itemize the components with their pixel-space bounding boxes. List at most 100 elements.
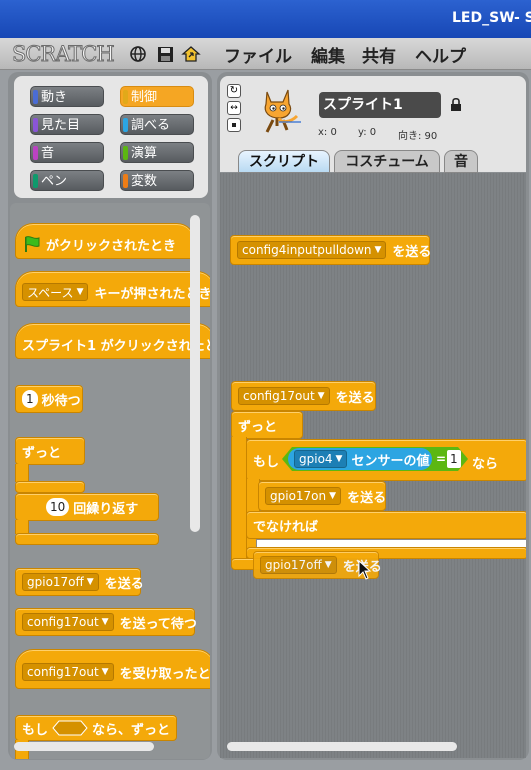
flip-lr-icon[interactable]: ↔ <box>227 101 241 115</box>
window-title: LED_SW- Sc <box>452 10 531 26</box>
key-value: スペース <box>27 285 74 300</box>
block-label: ずっと <box>238 419 278 435</box>
block-broadcast[interactable]: gpio17off ▼ を送る <box>15 568 144 596</box>
dropdown-arrow-icon: ▼ <box>335 454 343 464</box>
script-broadcast-gpio17on[interactable]: gpio17on ▼ を送る <box>258 481 386 511</box>
compare-value-input[interactable]: 1 <box>447 450 461 468</box>
block-label: がクリックされたとき <box>46 238 177 254</box>
category-operators[interactable]: 演算 <box>120 142 194 163</box>
category-color-bar <box>123 174 128 188</box>
forever-arm <box>15 464 29 482</box>
message-dropdown[interactable]: gpio17off ▼ <box>22 573 99 591</box>
dropdown-arrow-icon: ▼ <box>374 245 382 255</box>
rotate-all-icon[interactable]: ↻ <box>227 84 241 98</box>
forever-bottom <box>15 481 85 493</box>
menu-file[interactable]: ファイル <box>224 42 292 67</box>
no-rotate-icon[interactable] <box>227 118 241 132</box>
scratch-logo: SCRATCH <box>12 42 116 67</box>
dropdown-arrow-icon: ▼ <box>317 391 325 401</box>
tab-costumes[interactable]: コスチューム <box>334 150 440 173</box>
category-label: 変数 <box>131 174 158 189</box>
share-icon[interactable] <box>180 42 202 66</box>
category-sensing[interactable]: 調べる <box>120 114 194 135</box>
dropdown-arrow-icon: ▼ <box>329 491 337 501</box>
scripts-horizontal-scrollbar[interactable] <box>227 742 457 751</box>
category-label: 音 <box>41 146 55 161</box>
script-forever[interactable]: ずっと <box>231 411 303 439</box>
sprite-y-readout: y: 0 <box>358 127 377 138</box>
category-control[interactable]: 制御 <box>120 86 194 107</box>
message-dropdown[interactable]: config17out ▼ <box>22 613 114 631</box>
message-dropdown[interactable]: config17out ▼ <box>22 663 114 681</box>
cat-sprite-icon <box>264 89 301 133</box>
dropdown-arrow-icon: ▼ <box>76 287 84 297</box>
palette-vertical-scrollbar[interactable] <box>190 215 200 532</box>
menu-help[interactable]: ヘルプ <box>415 42 466 67</box>
wait-seconds-input[interactable]: 1 <box>22 390 38 408</box>
block-label: でなければ <box>253 519 319 535</box>
tab-scripts[interactable]: スクリプト <box>238 150 330 173</box>
block-label: なら、ずっと <box>91 722 170 738</box>
block-when-sprite-clicked[interactable]: スプライト1 がクリックされたとき <box>15 323 210 359</box>
block-when-i-receive[interactable]: config17out▼ を受け取ったとき <box>15 649 210 689</box>
message-dropdown[interactable]: gpio17off ▼ <box>260 556 337 574</box>
reporter-label: センサーの値 <box>351 453 430 469</box>
else-section: でなければ <box>246 511 526 539</box>
save-icon[interactable] <box>155 42 175 66</box>
boolean-slot[interactable] <box>52 720 88 736</box>
message-value: config17out <box>27 665 99 679</box>
block-label: なら <box>472 457 499 472</box>
block-label: スプライト1 がクリックされたとき <box>22 338 210 354</box>
script-broadcast-config4[interactable]: config4inputpulldown ▼ を送る <box>230 235 431 265</box>
category-variables[interactable]: 変数 <box>120 170 194 191</box>
block-wait[interactable]: 1 秒待つ <box>15 385 83 413</box>
menu-share[interactable]: 共有 <box>362 42 396 67</box>
message-dropdown[interactable]: gpio17on ▼ <box>265 487 342 505</box>
category-panel: 動き 制御 見た目 調べる 音 演算 ペン 変数 <box>14 76 208 198</box>
dropdown-arrow-icon: ▼ <box>101 617 109 627</box>
menu-bar: SCRATCH ファイル 編集 共有 ヘルプ <box>0 38 531 70</box>
menu-edit[interactable]: 編集 <box>311 42 345 67</box>
category-sound[interactable]: 音 <box>30 142 104 163</box>
block-label: もし <box>253 454 280 470</box>
scripts-area[interactable]: config4inputpulldown ▼ を送る config17out ▼ を… <box>220 173 526 758</box>
sprite-thumbnail <box>253 86 303 134</box>
category-motion[interactable]: 動き <box>30 86 104 107</box>
block-when-key-pressed[interactable]: スペース ▼ キーが押されたとき <box>15 271 210 307</box>
message-value: gpio17off <box>265 558 322 572</box>
block-when-flag-clicked[interactable]: がクリックされたとき <box>15 223 195 259</box>
sensor-dropdown[interactable]: gpio4 ▼ <box>294 450 348 468</box>
tab-sounds[interactable]: 音 <box>444 150 478 173</box>
block-forever[interactable]: ずっと <box>15 437 85 465</box>
lock-icon[interactable] <box>450 97 462 116</box>
message-dropdown[interactable]: config4inputpulldown ▼ <box>237 241 387 259</box>
category-label: 動き <box>41 90 68 105</box>
message-value: config4inputpulldown <box>242 243 372 257</box>
sprite-x-readout: x: 0 <box>318 127 337 138</box>
category-color-bar <box>33 118 38 132</box>
palette-horizontal-scrollbar[interactable] <box>14 742 154 751</box>
block-broadcast-and-wait[interactable]: config17out ▼ を送って待つ <box>15 608 197 636</box>
category-label: 調べる <box>131 118 171 133</box>
block-repeat[interactable]: 10 回繰り返す <box>15 493 159 521</box>
script-broadcast-config17out[interactable]: config17out ▼ を送る <box>231 381 376 411</box>
block-label: を送る <box>104 576 144 592</box>
block-label: 秒待つ <box>41 393 81 409</box>
sprite-name-field[interactable]: スプライト1 <box>319 92 441 118</box>
repeat-count-input[interactable]: 10 <box>46 498 70 516</box>
sensor-value-reporter[interactable]: gpio4 ▼ センサーの値 <box>288 448 432 470</box>
mouse-cursor-icon <box>358 559 372 584</box>
message-value: gpio17on <box>270 489 327 503</box>
category-color-bar <box>33 174 38 188</box>
category-color-bar <box>33 90 38 104</box>
equals-sign: = <box>436 452 447 466</box>
globe-icon[interactable] <box>128 42 148 66</box>
block-palette: がクリックされたとき スペース ▼ キーが押されたとき スプライト1 がクリックさ… <box>10 203 210 759</box>
key-dropdown[interactable]: スペース ▼ <box>22 283 89 301</box>
category-pen[interactable]: ペン <box>30 170 104 191</box>
block-label: を送る <box>347 490 387 506</box>
message-dropdown[interactable]: config17out ▼ <box>238 387 330 405</box>
window-title-bar: LED_SW- Sc <box>0 0 531 38</box>
block-forever-if[interactable]: もし なら、ずっと <box>15 715 177 741</box>
category-looks[interactable]: 見た目 <box>30 114 104 135</box>
